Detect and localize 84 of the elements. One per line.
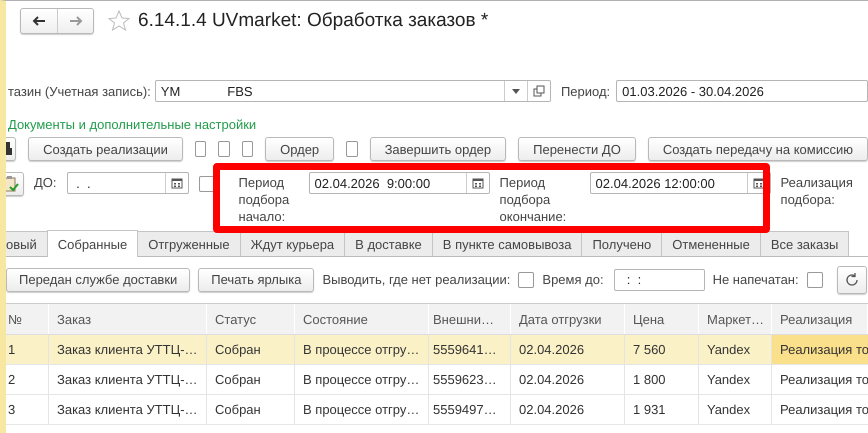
tab[interactable]: В пункте самовывоза [432, 231, 582, 256]
tab[interactable]: Все заказы [760, 231, 850, 256]
table-cell: Yandex [699, 335, 772, 364]
refresh-button[interactable] [836, 266, 867, 294]
column-header[interactable]: № [6, 304, 49, 334]
calendar-icon[interactable] [170, 177, 183, 189]
field-label: тазин (Учетная запись): [8, 84, 151, 98]
table-cell: Собран [207, 335, 295, 364]
table-cell: 2 [6, 365, 49, 394]
table-cell: В процессе отгру… [295, 335, 429, 364]
column-header[interactable]: Дата отгрузки [511, 304, 625, 334]
action-button[interactable]: Создать реализации [28, 137, 183, 161]
table-cell: 02.04.2026 [511, 335, 625, 364]
back-arrow-icon[interactable] [32, 16, 46, 26]
column-header[interactable]: Реализация [772, 304, 868, 334]
table-cell: 02.04.2026 [511, 395, 625, 424]
table-cell: Заказ клиента УТТЦ-… [49, 395, 207, 424]
table-cell: 1 800 [625, 365, 699, 394]
date-field[interactable]: . . [66, 172, 189, 194]
table-cell: Собран [207, 395, 295, 424]
column-header[interactable]: Заказ [49, 304, 207, 334]
tab[interactable]: овый [6, 231, 48, 256]
column-header[interactable]: Статус [207, 304, 295, 334]
table-cell: 5559641… [429, 335, 511, 364]
checkbox[interactable] [242, 141, 254, 157]
action-button[interactable]: Печать ярлыка [198, 268, 314, 292]
field-label: ДО: [34, 174, 57, 191]
calendar-icon[interactable] [472, 177, 484, 189]
tab[interactable]: Собранные [46, 230, 138, 257]
date-field[interactable]: 02.04.2026 9:00:00 [308, 172, 490, 194]
field-label: Период: [560, 84, 610, 98]
field-label: Выводить, где нет реализации: [322, 272, 510, 287]
checkbox[interactable] [218, 141, 230, 157]
tab[interactable]: Отгруженные [137, 231, 241, 256]
table-cell: 3 [6, 395, 49, 424]
table-cell: 5559497… [429, 395, 511, 424]
column-header[interactable]: Маркет… [699, 304, 772, 334]
field-label: Не напечатан: [712, 272, 799, 287]
table-cell: 02.04.2026 [511, 365, 625, 394]
column-header[interactable]: Внешни… [429, 304, 511, 334]
table-cell: 1 [6, 335, 49, 364]
action-button[interactable]: Создать передачу на комиссию [648, 137, 868, 161]
tab[interactable]: В доставке [344, 231, 433, 256]
checkbox[interactable] [194, 141, 206, 157]
open-icon[interactable] [532, 85, 545, 97]
table-cell: В процессе отгру… [295, 365, 429, 394]
table-cell: Yandex [699, 395, 772, 424]
checkbox[interactable] [806, 272, 823, 288]
window-title: 6.14.1.4 UVmarket: Обработка заказов * [138, 10, 488, 32]
checkbox[interactable] [198, 176, 215, 192]
action-button[interactable]: Завершить ордер [370, 137, 506, 161]
table-cell: 5559623… [429, 365, 511, 394]
forward-arrow-icon[interactable] [68, 16, 82, 26]
table-cell: 7 560 [625, 335, 699, 364]
field-label: Реализация подбора: [780, 174, 851, 208]
tab[interactable]: Получено [581, 231, 662, 256]
column-header[interactable]: Состояние [295, 304, 429, 334]
table-cell: 1 931 [625, 395, 699, 424]
table-cell: Заказ клиента УТТЦ-… [49, 335, 207, 364]
checkbox[interactable] [518, 272, 534, 288]
tab[interactable]: Ждут курьера [240, 231, 346, 256]
table-cell: Yandex [699, 365, 772, 394]
field-label: Период подбора окончание: [500, 174, 568, 225]
field-label: Период подбора начало: [238, 174, 290, 225]
table-cell: Собран [207, 365, 295, 394]
account-field[interactable]: YM FBS [154, 80, 551, 102]
table-cell: В процессе отгру… [295, 395, 429, 424]
clipboard-icon[interactable] [6, 175, 19, 193]
column-header[interactable]: Цена [625, 304, 699, 334]
tab[interactable]: Отмененные [661, 231, 761, 256]
refresh-icon[interactable] [844, 272, 860, 288]
dropdown-icon[interactable] [512, 88, 520, 94]
action-button[interactable]: Ордер [265, 137, 334, 161]
time-field[interactable]: : : [614, 268, 705, 290]
period-field[interactable]: 01.03.2026 - 30.04.2026 [616, 80, 868, 102]
action-button[interactable]: Перенести ДО [518, 137, 636, 161]
calendar-icon[interactable] [752, 177, 765, 189]
star-icon[interactable] [108, 10, 130, 32]
checkbox[interactable] [346, 141, 358, 157]
settings-link[interactable]: Документы и дополнительные настройки [8, 116, 256, 132]
action-button[interactable]: Передан службе доставки [6, 268, 190, 292]
date-field[interactable]: 02.04.2026 12:00:00 [590, 172, 771, 194]
table-cell: Заказ клиента УТТЦ-… [49, 365, 207, 394]
field-label: Время до: [542, 272, 604, 287]
